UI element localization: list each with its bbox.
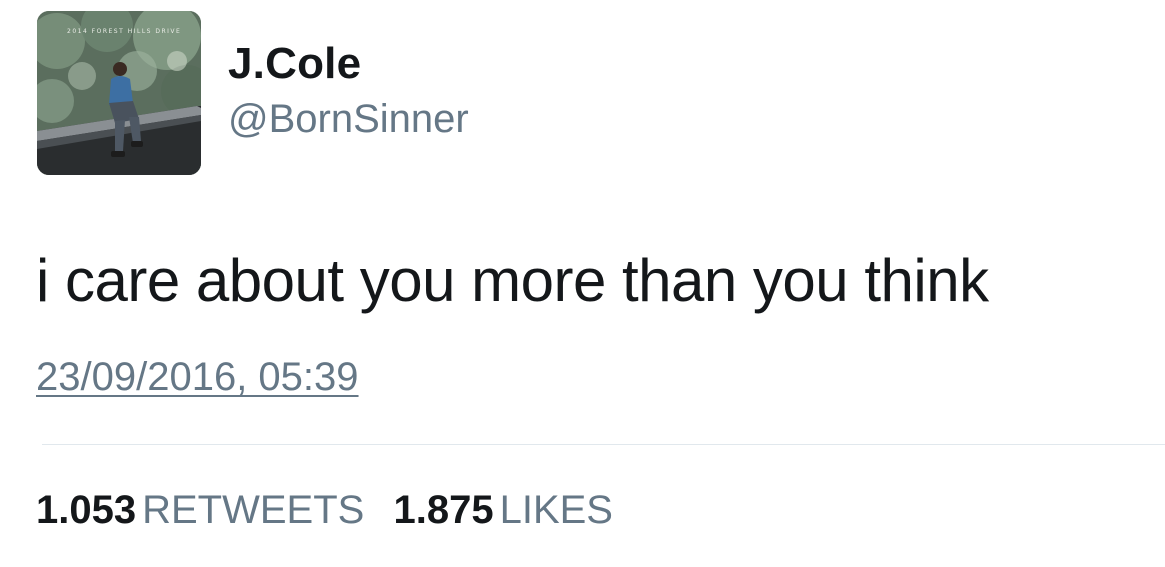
display-name[interactable]: J.Cole (228, 38, 361, 90)
user-handle[interactable]: @BornSinner (228, 94, 469, 144)
album-cover-text: 2014 FOREST HILLS DRIVE (67, 28, 181, 35)
likes-label: LIKES (499, 488, 613, 532)
retweets-label: RETWEETS (142, 488, 365, 532)
tweet-timestamp[interactable]: 23/09/2016, 05:39 (36, 352, 359, 402)
retweets-count: 1.053 (36, 488, 137, 532)
divider (42, 444, 1165, 445)
album-cover-image: 2014 FOREST HILLS DRIVE (37, 11, 201, 175)
likes-stat[interactable]: 1.875 LIKES (393, 485, 613, 535)
avatar[interactable]: 2014 FOREST HILLS DRIVE (37, 11, 201, 175)
tweet-text: i care about you more than you think (36, 247, 989, 314)
retweets-stat[interactable]: 1.053 RETWEETS (36, 485, 364, 535)
tweet-stats: 1.053 RETWEETS 1.875 LIKES (36, 485, 613, 535)
likes-count: 1.875 (393, 488, 494, 532)
